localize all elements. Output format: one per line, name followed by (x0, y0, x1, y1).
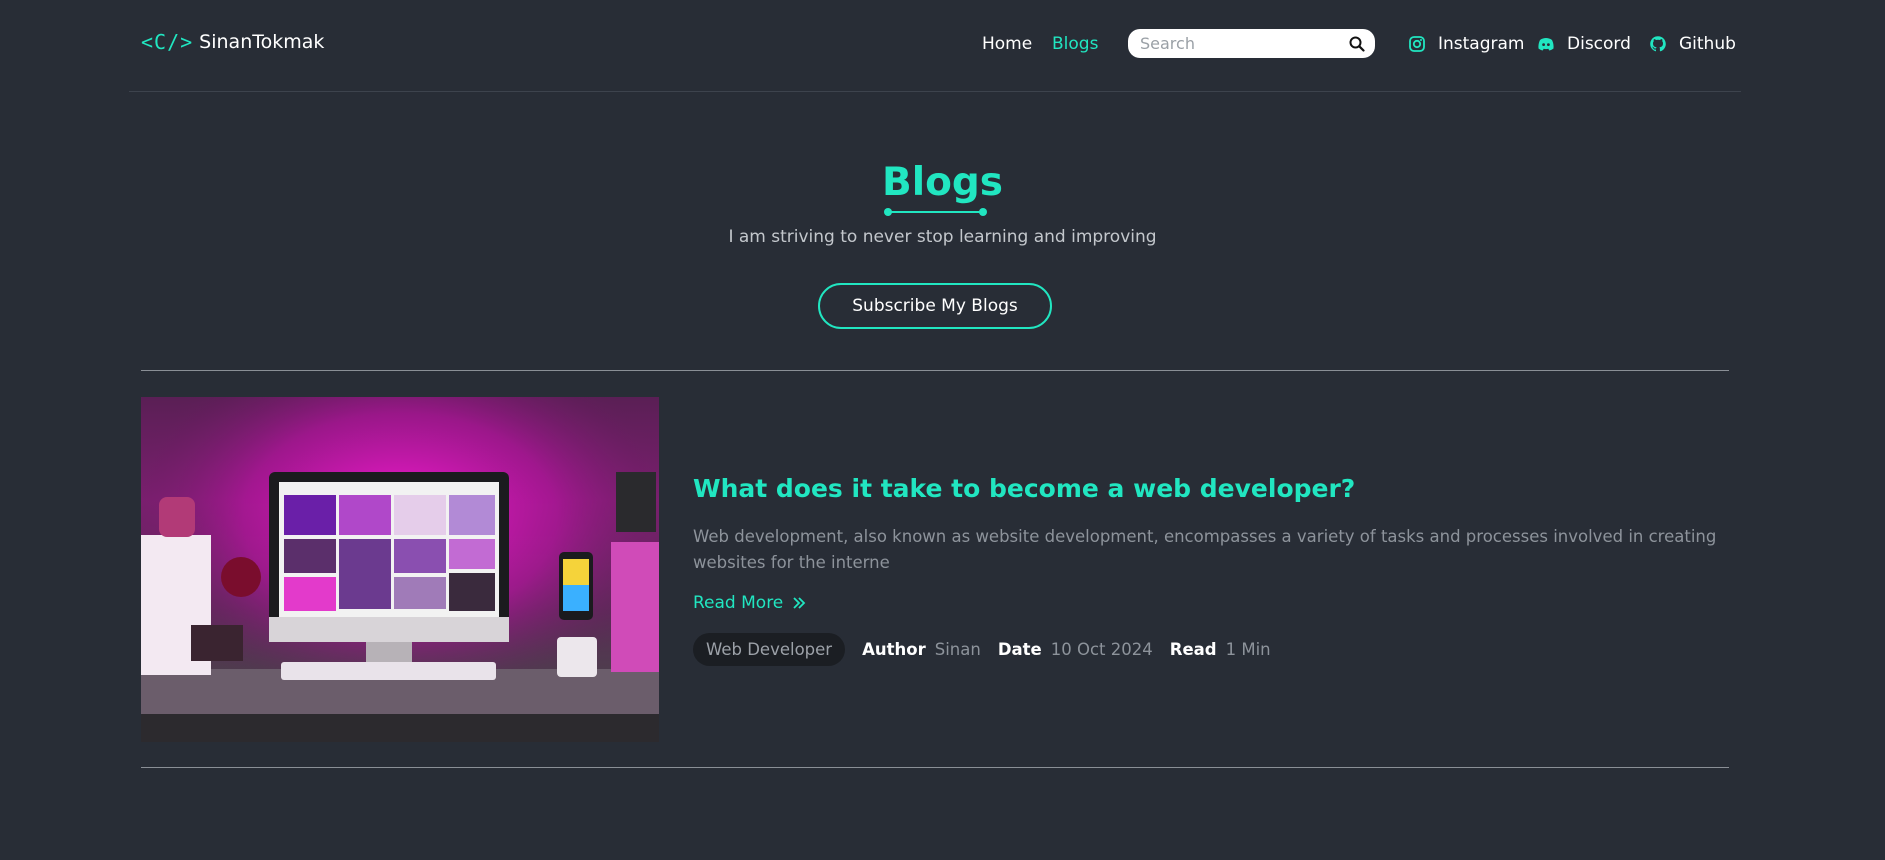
search-icon[interactable] (1349, 36, 1365, 52)
desk-setup-illustration (141, 397, 659, 742)
search-bar[interactable] (1128, 29, 1375, 58)
social-label-discord: Discord (1567, 34, 1631, 54)
site-header: <C/> SinanTokmak Home Blogs Instagram Di… (0, 0, 1885, 88)
title-underline (884, 208, 987, 216)
discord-icon (1538, 38, 1554, 51)
section-divider-top (141, 370, 1729, 371)
nav-item-home[interactable]: Home (982, 0, 1032, 88)
github-icon (1650, 36, 1666, 52)
blog-post-meta: Web Developer Author Sinan Date 10 Oct 2… (693, 633, 1271, 666)
read-more-label: Read More (693, 593, 784, 613)
category-tag[interactable]: Web Developer (693, 633, 846, 666)
header-divider (129, 91, 1741, 92)
logo-code: <C/> (141, 30, 194, 54)
page-title: Blogs (881, 160, 1004, 205)
author-value: Sinan (934, 640, 981, 659)
read-time-value: 1 Min (1225, 640, 1271, 659)
nav-link-blogs[interactable]: Blogs (1052, 34, 1098, 54)
social-label-github: Github (1679, 34, 1736, 54)
date-label: Date (997, 640, 1042, 659)
date-value: 10 Oct 2024 (1050, 640, 1153, 659)
blog-post-title[interactable]: What does it take to become a web develo… (693, 474, 1355, 503)
nav-item-blogs[interactable]: Blogs (1052, 0, 1098, 88)
social-link-instagram[interactable]: Instagram (1408, 0, 1525, 88)
search-input[interactable] (1140, 34, 1349, 53)
section-divider-bottom (141, 767, 1729, 768)
blog-post-image[interactable] (141, 397, 659, 742)
page-subtitle: I am striving to never stop learning and… (728, 227, 1157, 247)
social-label-instagram: Instagram (1438, 34, 1525, 54)
blog-post-excerpt: Web development, also known as website d… (693, 527, 1717, 572)
site-logo[interactable]: <C/> SinanTokmak (141, 30, 324, 54)
author-label: Author (862, 640, 926, 659)
read-time-label: Read (1169, 640, 1217, 659)
social-link-github[interactable]: Github (1649, 0, 1736, 88)
instagram-icon (1409, 36, 1425, 52)
read-more-link[interactable]: Read More (693, 593, 806, 613)
subscribe-button[interactable]: Subscribe My Blogs (818, 283, 1052, 329)
double-chevron-right-icon (793, 597, 806, 609)
social-link-discord[interactable]: Discord (1537, 0, 1631, 88)
logo-name: SinanTokmak (199, 31, 325, 53)
nav-link-home[interactable]: Home (982, 34, 1032, 54)
